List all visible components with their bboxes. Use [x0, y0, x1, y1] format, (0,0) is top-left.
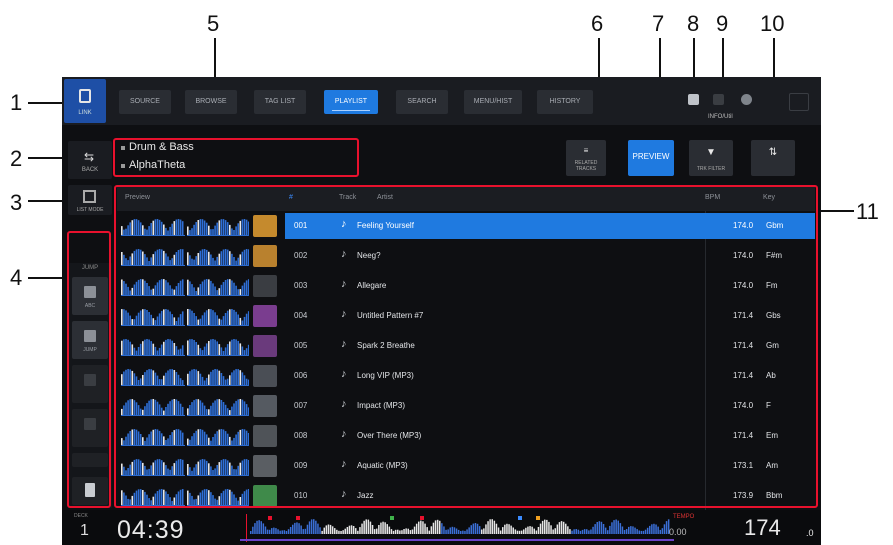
deck-number: 1	[80, 522, 89, 539]
waveform-overview[interactable]	[240, 514, 674, 542]
tab-source[interactable]: SOURCE	[119, 90, 171, 114]
tab-search[interactable]: SEARCH	[396, 90, 448, 114]
bpm-value: 174	[744, 515, 781, 540]
menu-button[interactable]	[789, 93, 809, 111]
related-tracks-button[interactable]: ≡ RELATED TRACKS	[566, 140, 606, 176]
back-arrow-icon: ⇆	[84, 150, 95, 164]
tab-menu-hist[interactable]: MENU/HIST	[464, 90, 522, 114]
leader-1	[28, 102, 64, 104]
tag-icon[interactable]	[713, 94, 724, 105]
top-bar: LINK SOURCE BROWSE TAG LIST PLAYLIST SEA…	[62, 77, 821, 125]
highlight-jump-panel	[67, 231, 111, 508]
callout-7: 7	[652, 11, 665, 36]
preview-label: PREVIEW	[632, 152, 670, 161]
tab-history[interactable]: HISTORY	[537, 90, 593, 114]
related-tracks-icon: ≡	[583, 146, 589, 155]
back-label: BACK	[81, 167, 99, 173]
deck-label: DECK	[74, 513, 88, 519]
sort-button[interactable]: ⇅	[751, 140, 795, 176]
track-filter-label: TRK FILTER	[696, 166, 726, 172]
related-tracks-label: RELATED TRACKS	[574, 160, 598, 172]
highlight-breadcrumb	[113, 138, 359, 177]
usb-icon	[79, 89, 91, 103]
callout-1: 1	[10, 90, 23, 115]
tempo-value: 0.00	[669, 527, 687, 537]
list-mode-button[interactable]: LIST MODE	[68, 185, 112, 215]
browse-button[interactable]: LINK	[64, 79, 106, 123]
tab-tag-list[interactable]: TAG LIST	[254, 90, 306, 114]
filter-icon: ▼	[706, 147, 716, 158]
callout-5: 5	[207, 11, 220, 36]
callout-9: 9	[716, 11, 729, 36]
callout-3: 3	[10, 190, 23, 215]
callout-8: 8	[687, 11, 700, 36]
tab-browse[interactable]: BROWSE	[185, 90, 237, 114]
leader-2	[28, 157, 66, 159]
browse-label: LINK	[78, 110, 92, 116]
info-util-label: INFO/Util	[708, 114, 733, 120]
list-icon	[83, 190, 96, 203]
leader-11	[816, 210, 854, 212]
sort-icon: ⇅	[768, 147, 778, 158]
callout-6: 6	[591, 11, 604, 36]
highlight-track-list	[114, 185, 818, 508]
figure: 1 2 3 4 5 6 7 8 9 10 11 LINK SOURCE BROW…	[0, 0, 893, 545]
remaining-time: 04:39	[117, 516, 185, 544]
bpm-decimal: .0	[806, 528, 814, 538]
callout-10: 10	[760, 11, 785, 36]
info-icon[interactable]	[741, 94, 752, 105]
tempo-label: TEMPO	[673, 514, 695, 520]
tab-playlist[interactable]: PLAYLIST	[324, 90, 378, 114]
bottom-bar: DECK 1 04:39 TEMPO 0.00 174 .0	[62, 510, 821, 545]
callout-2: 2	[10, 146, 23, 171]
shortcut-icon[interactable]	[688, 94, 699, 105]
leader-3	[28, 200, 66, 202]
preview-button[interactable]: PREVIEW	[628, 140, 674, 176]
list-mode-label: LIST MODE	[76, 207, 104, 213]
callout-11: 11	[856, 199, 879, 224]
back-button[interactable]: ⇆ BACK	[68, 141, 112, 179]
track-filter-button[interactable]: ▼ TRK FILTER	[689, 140, 733, 176]
callout-4: 4	[10, 265, 23, 290]
